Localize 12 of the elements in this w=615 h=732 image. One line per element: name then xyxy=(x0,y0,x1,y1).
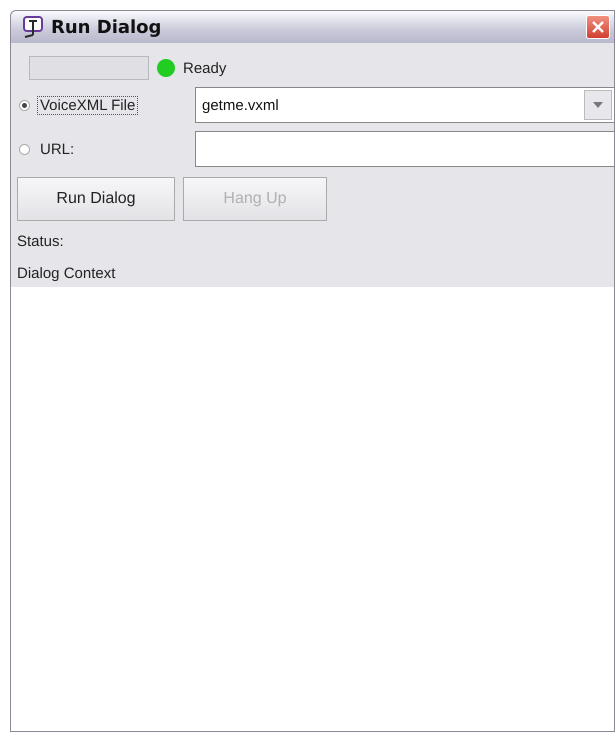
radio-button[interactable]: URL: xyxy=(17,138,195,160)
close-icon xyxy=(590,19,606,35)
status-label: Status: xyxy=(17,233,65,252)
close-button[interactable] xyxy=(586,15,610,39)
file-dropdown[interactable]: getme.vxml xyxy=(195,87,614,123)
url-field[interactable] xyxy=(195,131,614,167)
app-icon xyxy=(21,15,45,39)
context-label: Dialog Context xyxy=(17,265,116,284)
window-title: Run Dialog xyxy=(51,16,162,38)
dialog-button[interactable]: Run Dialog xyxy=(17,177,175,221)
dropdown-arrow-icon xyxy=(593,102,603,108)
status-text: Ready xyxy=(183,60,226,76)
